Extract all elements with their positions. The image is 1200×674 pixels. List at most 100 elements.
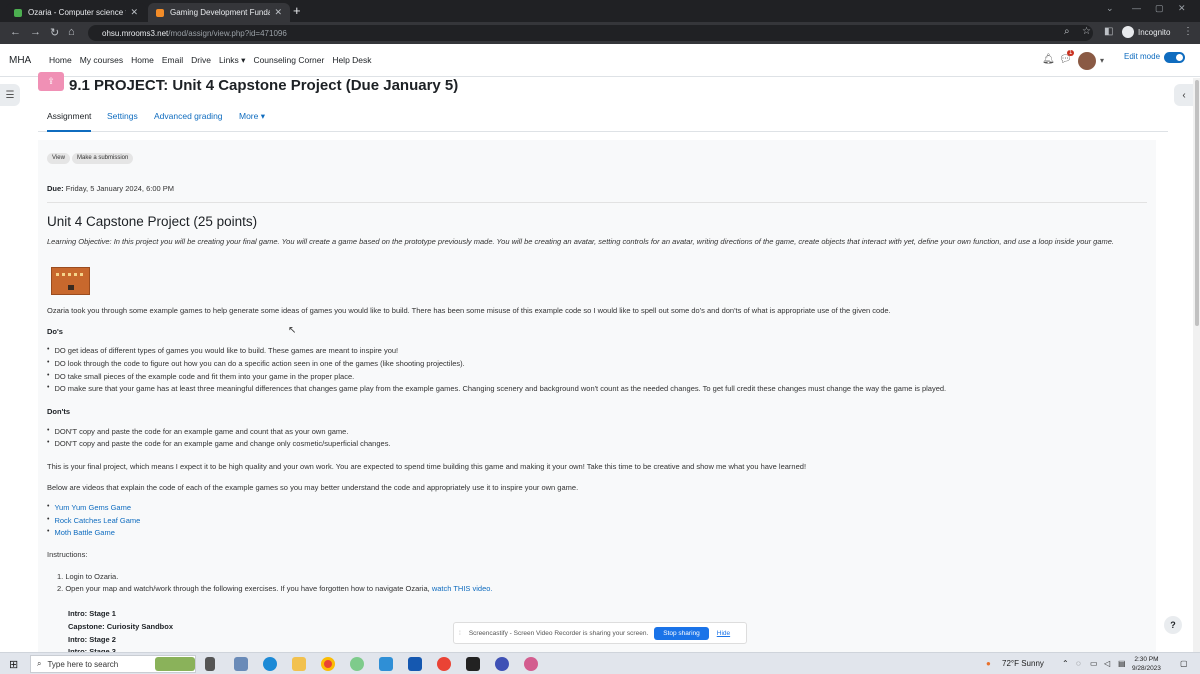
browser-tab-strip: Ozaria - Computer science that c ✕ Gamin… — [0, 0, 1200, 22]
video-link-moth-battle[interactable]: Moth Battle Game — [54, 528, 114, 537]
close-tab-icon[interactable]: ✕ — [130, 7, 138, 18]
instruction-step-2: 2. Open your map and watch/work through … — [57, 582, 493, 595]
list-item: • DO look through the code to figure out … — [47, 359, 465, 368]
edit-mode-toggle[interactable] — [1164, 52, 1185, 63]
reload-icon[interactable]: ↻ — [50, 26, 59, 39]
maximize-icon[interactable]: ▢ — [1155, 3, 1164, 14]
notification-badge: 1 — [1067, 50, 1075, 56]
hide-share-bar-link[interactable]: Hide — [717, 630, 730, 637]
mail-icon[interactable] — [408, 657, 422, 671]
stop-sharing-button[interactable]: Stop sharing — [654, 626, 709, 640]
network-icon[interactable]: ◌ — [1076, 659, 1081, 668]
tab-more[interactable]: More ▾ — [239, 111, 265, 122]
display-icon[interactable]: ▭ — [1090, 659, 1098, 668]
app-icon[interactable] — [350, 657, 364, 671]
browser-tab-gaming[interactable]: Gaming Development Fundamen ✕ — [148, 3, 290, 22]
videos-paragraph: Below are videos that explain the code o… — [47, 483, 579, 492]
tab-label: Ozaria - Computer science that c — [28, 8, 126, 17]
close-tab-icon[interactable]: ✕ — [274, 7, 282, 18]
menu-item-home-2[interactable]: Home — [131, 55, 154, 66]
open-block-drawer-button[interactable]: ‹ — [1174, 84, 1194, 106]
app-icon[interactable] — [495, 657, 509, 671]
menu-item-counseling-corner[interactable]: Counseling Corner — [253, 55, 324, 66]
tab-settings[interactable]: Settings — [107, 111, 138, 121]
windows-start-icon[interactable]: ⊞ — [9, 658, 18, 671]
dos-heading: Do's — [47, 327, 63, 336]
taskbar-clock[interactable]: 2:30 PM 9/28/2023 — [1132, 655, 1161, 673]
chrome-icon[interactable] — [321, 657, 335, 671]
make-submission-button[interactable]: Make a submission — [72, 153, 134, 164]
due-value: Friday, 5 January 2024, 6:00 PM — [65, 184, 175, 193]
menu-item-drive[interactable]: Drive — [191, 55, 211, 66]
menu-item-help-desk[interactable]: Help Desk — [332, 55, 371, 66]
assignment-icon: ⇪ — [38, 72, 64, 91]
scrollbar-thumb[interactable] — [1195, 80, 1199, 326]
video-link-rock-catches-leaf[interactable]: Rock Catches Leaf Game — [54, 516, 140, 525]
chevron-up-icon[interactable]: ⌃ — [1062, 659, 1069, 668]
search-highlight-image[interactable] — [155, 657, 195, 671]
edge-icon[interactable] — [263, 657, 277, 671]
incognito-label: Incognito — [1138, 27, 1171, 37]
menu-item-links[interactable]: Links ▾ — [219, 55, 245, 66]
page-title: 9.1 PROJECT: Unit 4 Capstone Project (Du… — [69, 77, 459, 94]
watch-video-link[interactable]: watch THIS video. — [432, 584, 493, 593]
browser-tab-ozaria[interactable]: Ozaria - Computer science that c ✕ — [6, 3, 146, 22]
list-icon: ☰ — [5, 89, 15, 101]
minimize-icon[interactable]: — — [1132, 3, 1141, 13]
back-icon[interactable]: ← — [10, 26, 21, 38]
due-date: Due: Friday, 5 January 2024, 6:00 PM — [47, 184, 174, 193]
zoom-search-icon[interactable]: ⌕ — [1064, 26, 1070, 37]
final-paragraph: This is your final project, which means … — [47, 462, 807, 471]
speaker-icon[interactable]: ◁ — [1104, 659, 1110, 668]
url-field[interactable]: ohsu.mrooms3.net/mod/assign/view.php?id=… — [88, 25, 1093, 41]
tab-advanced-grading[interactable]: Advanced grading — [154, 111, 223, 121]
home-icon[interactable]: ⌂ — [68, 26, 75, 38]
view-button[interactable]: View — [47, 153, 70, 164]
app-icon[interactable] — [466, 657, 480, 671]
game-thumbnail — [51, 267, 90, 295]
url-path: /mod/assign/view.php?id=471096 — [168, 28, 287, 38]
weather-icon: ● — [986, 659, 991, 668]
help-button[interactable]: ? — [1164, 616, 1182, 634]
side-panel-icon[interactable]: ◧ — [1104, 26, 1113, 37]
list-item: • DON'T copy and paste the code for an ex… — [47, 427, 349, 436]
assignment-heading: Unit 4 Capstone Project (25 points) — [47, 214, 258, 229]
chevron-down-icon[interactable]: ▾ — [1100, 56, 1104, 65]
windows-taskbar: ⊞ ⌕ Type here to search ● 72°F Sunny ⌃ ◌… — [0, 652, 1200, 674]
clock-time: 2:30 PM — [1134, 656, 1159, 663]
list-item: • DO take small pieces of the example cod… — [47, 372, 355, 381]
user-avatar[interactable] — [1078, 52, 1096, 70]
stage-item: Intro: Stage 3 — [68, 647, 116, 652]
video-link-yum-yum[interactable]: Yum Yum Gems Game — [54, 503, 131, 512]
menu-item-my-courses[interactable]: My courses — [80, 55, 123, 66]
app-icon[interactable] — [379, 657, 393, 671]
forward-icon[interactable]: → — [30, 26, 41, 38]
list-item: • DO make sure that your game has at leas… — [47, 384, 947, 393]
tab-assignment[interactable]: Assignment — [47, 111, 92, 132]
browser-menu-icon[interactable]: ⋮ — [1183, 26, 1193, 37]
weather-text[interactable]: 72°F Sunny — [1002, 659, 1044, 668]
primary-menu: Home My courses Home Email Drive Links ▾… — [49, 55, 372, 66]
menu-item-home[interactable]: Home — [49, 55, 72, 66]
close-window-icon[interactable]: ✕ — [1178, 3, 1186, 14]
bookmark-star-icon[interactable]: ☆ — [1082, 26, 1091, 37]
search-icon: ⌕ — [37, 659, 42, 668]
open-course-index-button[interactable]: ☰ — [0, 84, 20, 106]
incognito-indicator[interactable]: Incognito — [1122, 26, 1170, 38]
keyboard-icon[interactable]: ▤ — [1118, 659, 1126, 668]
notifications-icon[interactable]: ▢ — [1180, 659, 1188, 668]
app-icon[interactable] — [437, 657, 451, 671]
site-navbar: MHA Home My courses Home Email Drive Lin… — [0, 44, 1200, 77]
new-tab-icon[interactable]: + — [293, 3, 301, 18]
site-brand[interactable]: MHA — [9, 55, 31, 66]
app-icon[interactable] — [234, 657, 248, 671]
bell-icon[interactable]: 🔔︎ — [1042, 54, 1055, 65]
app-icon[interactable] — [524, 657, 538, 671]
task-view-icon[interactable] — [205, 657, 215, 671]
menu-item-email[interactable]: Email — [162, 55, 183, 66]
secondary-nav: Assignment Settings Advanced grading Mor… — [38, 104, 1168, 132]
chevron-down-icon[interactable]: ⌄ — [1106, 3, 1114, 14]
file-explorer-icon[interactable] — [292, 657, 306, 671]
drag-handle-icon[interactable]: ⁞ — [459, 630, 461, 637]
step2-text: 2. Open your map and watch/work through … — [57, 584, 430, 593]
